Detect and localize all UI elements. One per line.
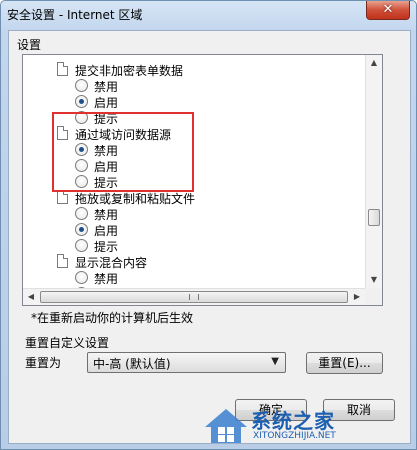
scroll-left-icon[interactable]: ◀ [23, 289, 39, 305]
radio-button[interactable] [75, 207, 88, 220]
dropdown-caret-icon: ▼ [271, 356, 279, 367]
close-icon: ✕ [382, 2, 394, 17]
settings-group-label: 设置 [17, 38, 42, 52]
security-settings-dialog: 安全设置 - Internet 区域 ✕ 设置 提交非加密表单数据 禁用 启用 提示通… [0, 0, 417, 450]
radio-button-checked[interactable] [75, 95, 88, 108]
reset-group-label: 重置自定义设置 [25, 336, 110, 350]
document-icon [57, 190, 68, 204]
radio-option-label: 禁用 [94, 272, 119, 286]
radio-option-label: 禁用 [94, 80, 119, 94]
watermark-logo: 系统之家 XITONGZHIJIA.NET [201, 403, 361, 449]
vertical-scrollbar[interactable]: ▲ ▼ [365, 55, 382, 288]
window-title: 安全设置 - Internet 区域 [7, 8, 143, 22]
scrollbar-corner [365, 288, 382, 305]
radio-button-checked[interactable] [75, 223, 88, 236]
scroll-up-icon[interactable]: ▲ [366, 55, 382, 71]
radio-option-label: 提示 [94, 240, 119, 254]
scroll-down-icon[interactable]: ▼ [366, 272, 382, 288]
reset-to-label: 重置为 [25, 356, 62, 370]
list-group-label: 拖放或复制和粘贴文件 [75, 192, 196, 206]
scroll-right-icon[interactable]: ▶ [349, 289, 365, 305]
radio-button[interactable] [75, 271, 88, 284]
document-icon [57, 62, 68, 76]
selected-level-value: 中-高 (默认值) [93, 357, 171, 371]
horizontal-scroll-thumb[interactable] [40, 291, 348, 303]
reset-button[interactable]: 重置(E)... [306, 352, 383, 374]
list-group-label: 提交非加密表单数据 [75, 64, 184, 78]
vertical-scroll-thumb[interactable] [368, 209, 380, 226]
document-icon [57, 254, 68, 268]
radio-button[interactable] [75, 79, 88, 92]
security-level-select[interactable]: 中-高 (默认值) ▼ [87, 352, 286, 373]
highlight-box [52, 112, 194, 192]
radio-option-label: 启用 [94, 224, 119, 238]
restart-note: *在重新启动你的计算机后生效 [31, 311, 194, 325]
watermark-house-icon [205, 409, 247, 443]
watermark-text: 系统之家 [251, 409, 335, 433]
title-bar[interactable]: 安全设置 - Internet 区域 ✕ [1, 1, 416, 27]
radio-option-label: 启用 [94, 96, 119, 110]
list-group-label: 显示混合内容 [75, 256, 148, 270]
horizontal-scrollbar[interactable]: ◀ ▶ [23, 288, 365, 305]
radio-button[interactable] [75, 239, 88, 252]
close-button[interactable]: ✕ [366, 1, 410, 20]
radio-option-label: 禁用 [94, 208, 119, 222]
watermark-url: XITONGZHIJIA.NET [253, 431, 336, 441]
